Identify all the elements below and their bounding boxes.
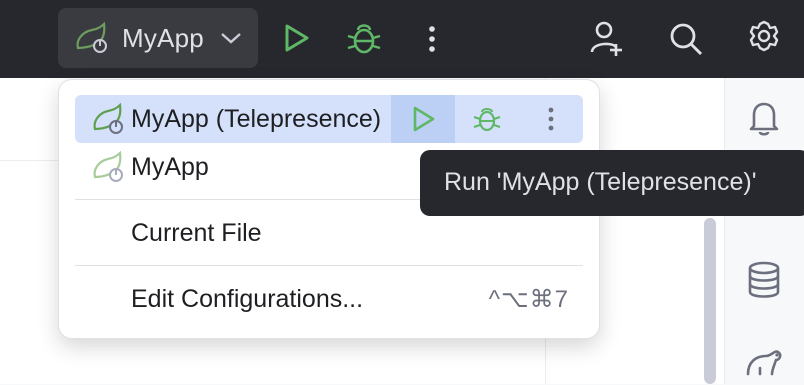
chevron-down-icon bbox=[220, 30, 242, 46]
menu-item-label: Current File bbox=[131, 219, 262, 247]
gradle-icon[interactable] bbox=[744, 340, 784, 380]
debug-icon[interactable] bbox=[346, 18, 382, 58]
more-vertical-icon[interactable] bbox=[414, 18, 450, 58]
app-config-icon bbox=[91, 150, 125, 183]
run-icon[interactable] bbox=[278, 18, 314, 58]
run-tooltip: Run 'MyApp (Telepresence)' bbox=[420, 150, 804, 216]
scrollbar-thumb[interactable] bbox=[704, 218, 716, 384]
menu-item-current-file[interactable]: Current File bbox=[75, 209, 583, 257]
menu-item-edit-configurations[interactable]: Edit Configurations... ^⌥⌘7 bbox=[75, 275, 583, 323]
config-item-myapp-telepresence[interactable]: MyApp (Telepresence) bbox=[75, 95, 583, 143]
search-icon[interactable] bbox=[668, 18, 704, 58]
row-more-button[interactable] bbox=[519, 95, 583, 143]
title-bar: MyApp bbox=[0, 0, 804, 78]
config-item-label: MyApp (Telepresence) bbox=[131, 105, 382, 133]
menu-item-label: Edit Configurations... bbox=[131, 285, 364, 313]
app-config-icon bbox=[74, 21, 110, 54]
gear-icon[interactable] bbox=[746, 18, 782, 58]
keyboard-shortcut: ^⌥⌘7 bbox=[488, 286, 569, 313]
tooltip-text: Run 'MyApp (Telepresence)' bbox=[444, 168, 757, 196]
menu-divider bbox=[75, 265, 583, 266]
row-run-button[interactable] bbox=[391, 95, 455, 143]
row-debug-button[interactable] bbox=[455, 95, 519, 143]
notifications-icon[interactable] bbox=[744, 98, 784, 138]
config-item-label: MyApp bbox=[131, 153, 209, 181]
run-config-selector[interactable]: MyApp bbox=[58, 8, 258, 68]
add-user-icon[interactable] bbox=[588, 18, 624, 58]
database-icon[interactable] bbox=[744, 260, 784, 300]
run-config-label: MyApp bbox=[122, 23, 204, 53]
app-config-icon bbox=[91, 102, 125, 135]
